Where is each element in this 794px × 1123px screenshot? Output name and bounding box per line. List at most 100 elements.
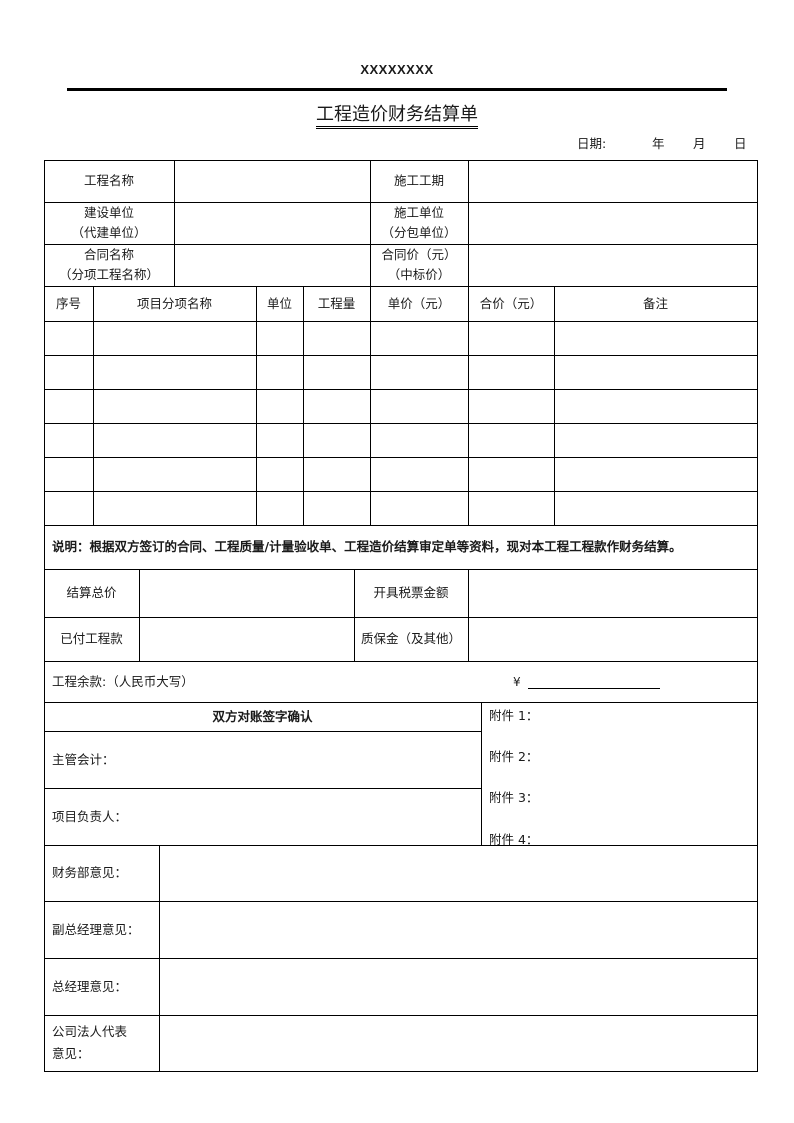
cell-index[interactable] — [45, 492, 93, 525]
cell-item-name[interactable] — [94, 356, 256, 389]
cell-unit[interactable] — [257, 390, 303, 423]
label-contract-price-line1: 合同价（元） — [381, 247, 457, 262]
col-header-unit-price: 单价（元） — [387, 295, 451, 311]
cell-unit[interactable] — [257, 322, 303, 355]
yen-icon: ¥ — [513, 675, 521, 689]
field-invoice-amount[interactable] — [469, 570, 757, 617]
label-retention: 质保金（及其他） — [360, 631, 461, 646]
cell-total-price[interactable] — [469, 390, 554, 423]
label-finance-opinion: 财务部意见： — [52, 865, 128, 880]
cell-total-price[interactable] — [469, 424, 554, 457]
label-builder: 建设单位 （代建单位） — [44, 202, 174, 244]
field-contract-name[interactable] — [175, 245, 370, 286]
cell-total-price[interactable] — [469, 458, 554, 491]
cell-index[interactable] — [45, 458, 93, 491]
cell-unit-price[interactable] — [371, 458, 468, 491]
document-title: 工程造价财务结算单 — [0, 100, 794, 129]
field-settlement-total[interactable] — [140, 570, 354, 617]
col-header-unit: 单位 — [266, 295, 292, 311]
cell-unit[interactable] — [257, 424, 303, 457]
label-legal-rep-line1: 公司法人代表 — [52, 1024, 128, 1039]
field-project-name[interactable] — [175, 161, 370, 202]
field-retention[interactable] — [469, 618, 757, 661]
col-header-remarks: 备注 — [642, 295, 668, 311]
cell-item-name[interactable] — [94, 424, 256, 457]
header-rule — [67, 88, 727, 91]
cell-quantity[interactable] — [304, 492, 370, 525]
label-contract-name-line2: （分项工程名称） — [58, 267, 159, 282]
cell-item-name[interactable] — [94, 458, 256, 491]
field-builder[interactable] — [175, 203, 370, 244]
label-contract-price: 合同价（元） （中标价） — [370, 244, 468, 286]
label-builder-line2: （代建单位） — [71, 225, 147, 240]
cell-unit[interactable] — [257, 356, 303, 389]
cell-quantity[interactable] — [304, 424, 370, 457]
cell-quantity[interactable] — [304, 322, 370, 355]
label-deputy-gm-opinion: 副总经理意见： — [52, 921, 140, 937]
attachment-2[interactable]: 附件 2： — [489, 746, 538, 765]
label-contract-name: 合同名称 （分项工程名称） — [44, 244, 174, 286]
signoff-title: 双方对账签字确认 — [212, 708, 313, 724]
cell-index[interactable] — [45, 390, 93, 423]
attachment-1[interactable]: 附件 1： — [489, 705, 538, 724]
cell-quantity[interactable] — [304, 390, 370, 423]
cell-unit-price[interactable] — [371, 492, 468, 525]
label-accountant[interactable]: 主管会计： — [44, 731, 481, 788]
label-contract-name-line1: 合同名称 — [83, 247, 134, 262]
cell-index[interactable] — [45, 356, 93, 389]
label-paid-amount: 已付工程款 — [60, 631, 123, 646]
cell-total-price[interactable] — [469, 322, 554, 355]
field-gm-opinion[interactable] — [160, 959, 757, 1015]
cell-unit[interactable] — [257, 492, 303, 525]
settlement-note: 说明：根据双方签订的合同、工程质量/计量验收单、工程造价结算审定单等资料，现对本… — [52, 539, 682, 554]
label-gm-opinion: 总经理意见： — [52, 978, 128, 994]
field-finance-opinion[interactable] — [160, 846, 757, 901]
cell-unit-price[interactable] — [371, 390, 468, 423]
company-name: XXXXXXXX — [360, 62, 434, 77]
field-balance-amount[interactable] — [528, 688, 660, 689]
cell-total-price[interactable] — [469, 492, 554, 525]
col-header-index: 序号 — [55, 295, 81, 311]
cell-unit-price[interactable] — [371, 356, 468, 389]
label-invoice-amount: 开具税票金额 — [373, 585, 449, 600]
cell-quantity[interactable] — [304, 356, 370, 389]
col-header-quantity: 工程量 — [317, 295, 356, 311]
field-legal-rep-opinion[interactable] — [160, 1016, 757, 1071]
field-paid-amount[interactable] — [140, 618, 354, 661]
col-header-total-price: 合价（元） — [479, 295, 543, 311]
cell-quantity[interactable] — [304, 458, 370, 491]
label-builder-line1: 建设单位 — [83, 205, 134, 220]
cell-remarks[interactable] — [555, 492, 757, 525]
cell-unit[interactable] — [257, 458, 303, 491]
cell-remarks[interactable] — [555, 322, 757, 355]
label-balance: 工程余款:（人民币大写） — [52, 673, 194, 689]
cell-remarks[interactable] — [555, 390, 757, 423]
label-legal-rep-line2: 意见： — [52, 1046, 90, 1061]
cell-remarks[interactable] — [555, 458, 757, 491]
label-contract-price-line2: （中标价） — [387, 267, 451, 282]
field-construction-period[interactable] — [469, 161, 757, 202]
date-month: 月 — [693, 136, 706, 151]
grid-line — [757, 160, 758, 1072]
label-legal-rep-opinion: 公司法人代表 意见： — [44, 1015, 159, 1071]
label-project-lead[interactable]: 项目负责人： — [44, 788, 481, 845]
cell-unit-price[interactable] — [371, 322, 468, 355]
cell-index[interactable] — [45, 322, 93, 355]
cell-item-name[interactable] — [94, 322, 256, 355]
field-contractor[interactable] — [469, 203, 757, 244]
field-deputy-gm-opinion[interactable] — [160, 902, 757, 958]
label-contractor-line1: 施工单位 — [393, 205, 444, 220]
cell-remarks[interactable] — [555, 356, 757, 389]
cell-item-name[interactable] — [94, 390, 256, 423]
attachment-3[interactable]: 附件 3： — [489, 787, 538, 806]
cell-index[interactable] — [45, 424, 93, 457]
cell-total-price[interactable] — [469, 356, 554, 389]
cell-unit-price[interactable] — [371, 424, 468, 457]
cell-remarks[interactable] — [555, 424, 757, 457]
label-settlement-total: 结算总价 — [66, 585, 117, 600]
col-header-item-name: 项目分项名称 — [136, 295, 212, 311]
grid-line — [481, 702, 482, 845]
date-year: 年 — [652, 136, 665, 151]
cell-item-name[interactable] — [94, 492, 256, 525]
field-contract-price[interactable] — [469, 245, 757, 286]
